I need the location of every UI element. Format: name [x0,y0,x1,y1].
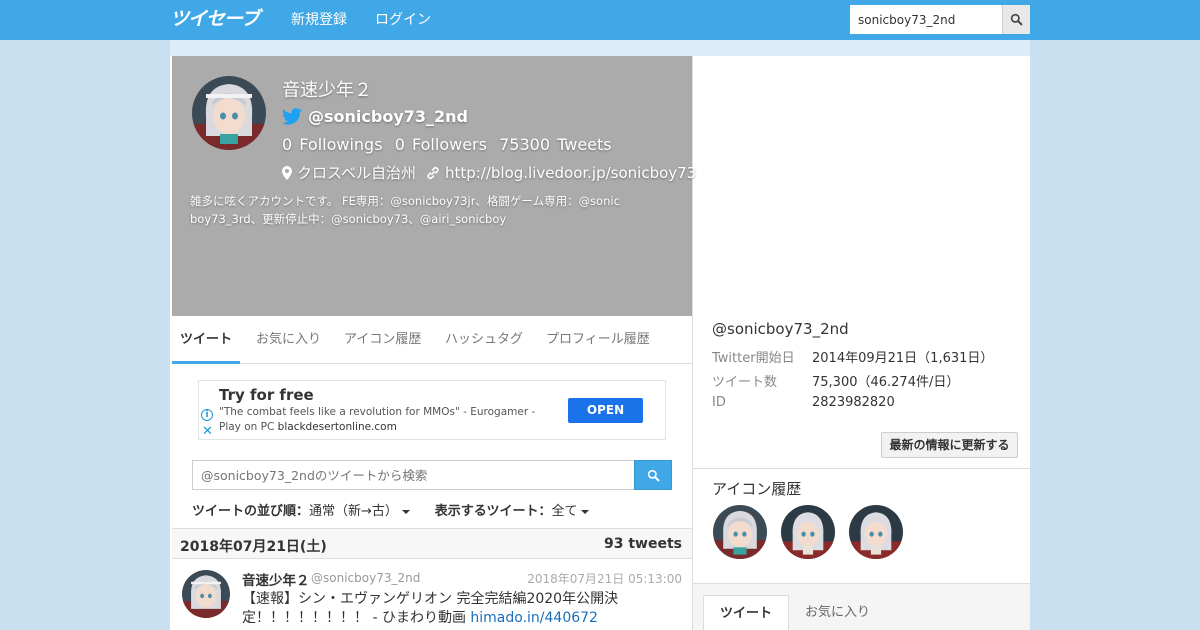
tab-profile-history[interactable]: プロフィール履歴 [546,316,650,364]
tweet-link[interactable]: himado.in/440672 [470,610,598,626]
site-search-button[interactable] [1002,5,1030,34]
link-icon [426,166,440,180]
tweets-label: Tweets [557,135,612,154]
icon-history-title: アイコン履歴 [712,480,802,498]
divider [693,468,1030,469]
date-group-count: 93 tweets [604,536,682,552]
followings-label: Followings [299,135,383,154]
right-tab-tweets[interactable]: ツイート [703,595,790,630]
filter-label: 表示するツイート： [434,504,552,519]
ad-banner[interactable]: Try for free "The combat feels like a re… [198,380,666,440]
tweet-text: 【速報】シン・エヴァンゲリオン 完全完結編2020年公開決定！！！！！！！！ -… [242,591,619,626]
tweet-avatar[interactable] [182,570,230,618]
tweet-item: 音速少年２ @sonicboy73_2nd 2018年07月21日 05:13:… [172,559,692,630]
profile-location: クロスベル自治州 [297,164,416,182]
ad-open-button[interactable]: OPEN [568,398,643,423]
sort-order-label: ツイートの並び順： [192,504,310,519]
sort-order-dropdown[interactable]: 通常（新→古） [309,504,410,519]
left-column: 音速少年２ @sonicboy73_2nd 0 Followings 0 Fol… [170,56,696,630]
info-tweet-count: ツイート数 75,300（46.274件/日） [712,375,960,390]
info-handle: @sonicboy73_2nd [712,320,849,338]
right-tabs: ツイート お気に入り [693,584,1030,630]
ad-close-icon[interactable]: ✕ [202,424,213,439]
tweets-count[interactable]: 75300 [499,135,550,154]
tab-favorites[interactable]: お気に入り [256,316,321,364]
ad-title[interactable]: Try for free [219,386,314,404]
refresh-button[interactable]: 最新の情報に更新する [881,432,1018,458]
right-column: @sonicboy73_2nd Twitter開始日 2014年09月21日（1,… [693,56,1030,630]
tweet-search-button[interactable] [634,460,672,490]
tweet-timestamp[interactable]: 2018年07月21日 05:13:00 [527,570,682,587]
tweet-author-name[interactable]: 音速少年２ [242,569,310,589]
register-link[interactable]: 新規登録 [291,0,347,40]
tweet-search-input[interactable] [192,460,635,490]
profile-handle[interactable]: @sonicboy73_2nd [308,107,468,126]
bio-line-1: 雑多に呟くアカウントです。 FE専用：@sonicboy73jr、格闘ゲーム専用… [190,194,620,208]
sort-options: ツイートの並び順：通常（新→古） 表示するツイート：全て [192,500,590,519]
caret-down-icon [581,509,590,514]
caret-down-icon [401,509,410,514]
header-strip [170,40,1030,56]
profile-stats: 0 Followings 0 Followers 75300 Tweets [282,135,614,154]
date-group-date: 2018年07月21日(土) [180,539,327,555]
top-navbar: ツイセーブ 新規登録 ログイン [0,0,1200,40]
info-user-id: ID 2823982820 [712,395,895,410]
right-tab-favorites[interactable]: お気に入り [789,595,886,630]
site-search [850,5,1030,34]
date-group-header: 2018年07月21日(土) 93 tweets [172,528,692,559]
ad-domain: blackdesertonline.com [277,421,397,433]
icon-history-avatar[interactable] [713,505,767,559]
profile-handle-row: @sonicboy73_2nd [282,105,468,127]
info-start-date: Twitter開始日 2014年09月21日（1,631日） [712,351,994,366]
profile-tabs: ツイート お気に入り アイコン履歴 ハッシュタグ プロフィール履歴 [172,316,692,364]
login-link[interactable]: ログイン [375,0,431,40]
followings-count[interactable]: 0 [282,135,292,154]
site-search-input[interactable] [850,5,1002,34]
profile-location-row: クロスベル自治州 http://blog.livedoor.jp/sonicbo… [282,162,696,183]
profile-display-name: 音速少年２ [282,80,372,101]
twitter-bird-icon [282,107,302,125]
profile-avatar[interactable] [192,76,266,150]
ad-space [693,56,1030,311]
ad-info-icon[interactable]: i [201,409,213,421]
tab-tweets[interactable]: ツイート [172,316,240,364]
tweet-search [192,460,672,490]
site-logo[interactable]: ツイセーブ [170,8,270,30]
tab-icon-history[interactable]: アイコン履歴 [344,316,421,364]
filter-dropdown[interactable]: 全て [551,504,590,519]
profile-url[interactable]: http://blog.livedoor.jp/sonicboy73 [445,164,696,182]
tab-hashtags[interactable]: ハッシュタグ [445,316,523,364]
ad-description: "The combat feels like a revolution for … [219,406,536,433]
search-icon [647,469,659,481]
main-container: 音速少年２ @sonicboy73_2nd 0 Followings 0 Fol… [170,56,1030,630]
map-marker-icon [282,165,292,180]
followers-label: Followers [412,135,487,154]
followers-count[interactable]: 0 [395,135,405,154]
bio-line-2: boy73_3rd、更新停止中：@sonicboy73、@airi_sonicb… [190,212,507,226]
icon-history-avatar[interactable] [849,505,903,559]
profile-banner: 音速少年２ @sonicboy73_2nd 0 Followings 0 Fol… [172,56,696,316]
search-icon [1010,13,1023,26]
profile-bio: 雑多に呟くアカウントです。 FE専用：@sonicboy73jr、格闘ゲーム専用… [190,192,676,228]
tweet-author-handle[interactable]: @sonicboy73_2nd [311,571,420,585]
icon-history-avatar[interactable] [781,505,835,559]
